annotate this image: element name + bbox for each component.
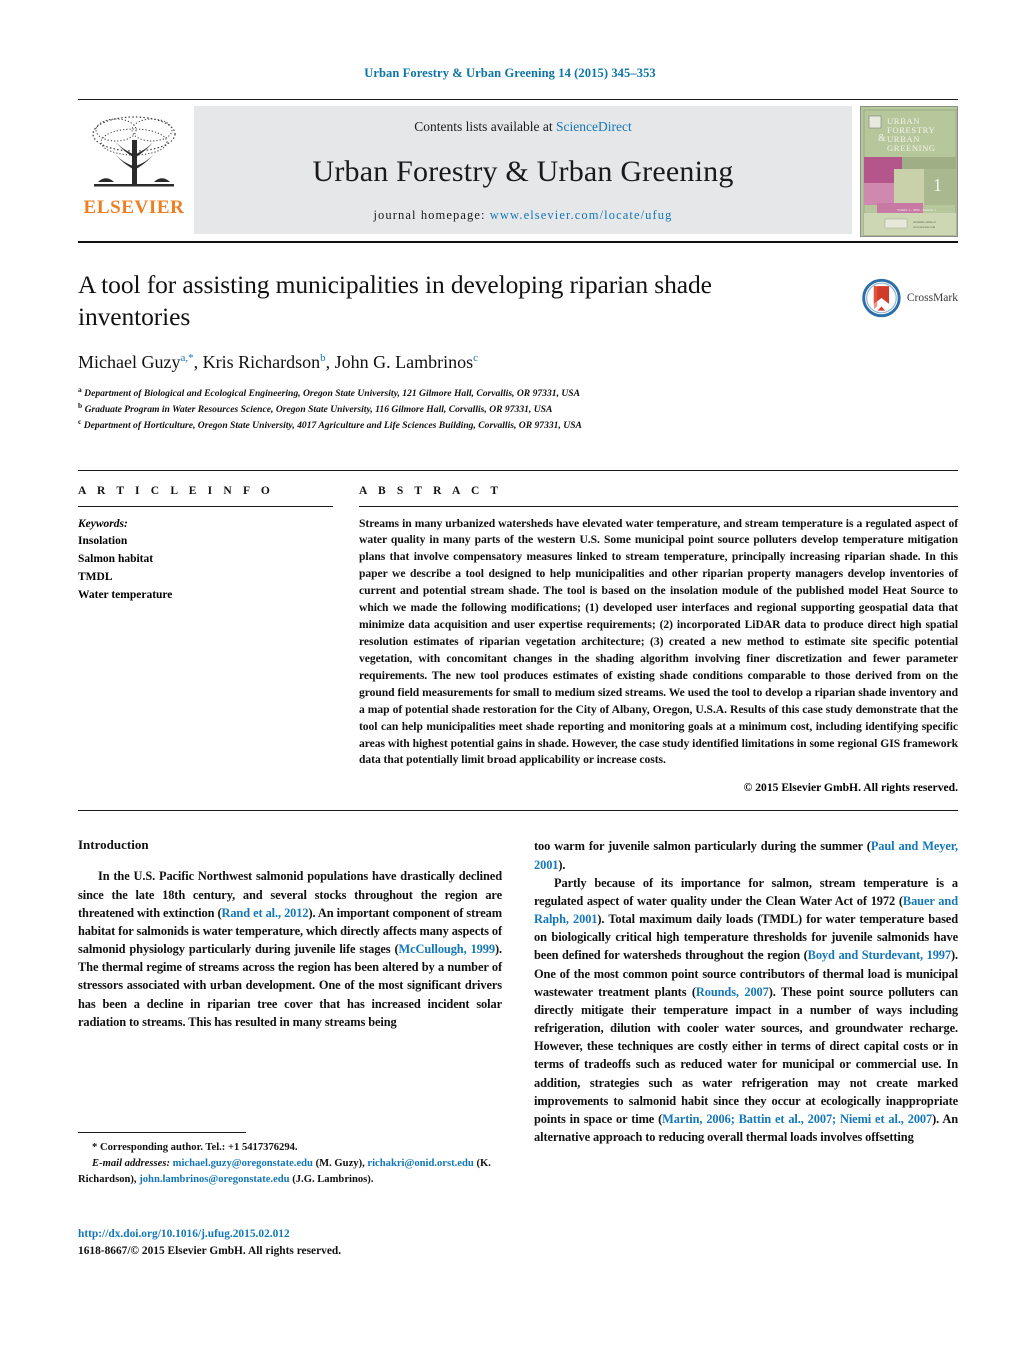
article-info-rule bbox=[78, 505, 333, 507]
sciencedirect-link[interactable]: ScienceDirect bbox=[556, 119, 632, 134]
homepage-label: journal homepage: bbox=[373, 208, 490, 222]
svg-text:1: 1 bbox=[933, 175, 942, 195]
svg-text:&: & bbox=[878, 133, 886, 144]
body-column-right: too warm for juvenile salmon particularl… bbox=[534, 837, 958, 1146]
svg-text:Available online at: Available online at bbox=[913, 220, 936, 224]
svg-text:www.elsevier.com: www.elsevier.com bbox=[913, 225, 936, 229]
email-addresses-note: E-mail addresses: michael.guzy@oregonsta… bbox=[78, 1156, 498, 1188]
email-person-2: (J.G. Lambrinos) bbox=[292, 1173, 371, 1185]
abstract-copyright: © 2015 Elsevier GmbH. All rights reserve… bbox=[743, 781, 958, 795]
page-title: A tool for assisting municipalities in d… bbox=[78, 270, 712, 332]
article-page: Urban Forestry & Urban Greening 14 (2015… bbox=[0, 0, 1020, 1351]
email-link-0[interactable]: michael.guzy@oregonstate.edu bbox=[173, 1158, 313, 1169]
elsevier-logo: ELSEVIER bbox=[78, 106, 190, 236]
corresponding-author-note: * Corresponding author. Tel.: +1 5417376… bbox=[92, 1142, 298, 1153]
abstract-heading: A B S T R A C T bbox=[359, 484, 503, 497]
body-columns: Introduction In the U.S. Pacific Northwe… bbox=[78, 837, 958, 1146]
affiliation-a-mark: a bbox=[78, 385, 82, 395]
masthead-center: Contents lists available at ScienceDirec… bbox=[194, 106, 852, 234]
author-1-name: Kris Richardson bbox=[202, 352, 321, 373]
masthead-bottom-rule bbox=[78, 241, 958, 243]
title-block: A tool for assisting municipalities in d… bbox=[78, 269, 958, 434]
elsevier-tree-icon bbox=[92, 116, 176, 187]
running-head: Urban Forestry & Urban Greening 14 (2015… bbox=[364, 66, 656, 80]
abstract-column: A B S T R A C T Streams in many urbanize… bbox=[359, 484, 958, 795]
article-info-column: A R T I C L E I N F O Keywords: Insolati… bbox=[78, 485, 333, 795]
affiliation-a: a Department of Biological and Ecologica… bbox=[78, 385, 958, 401]
body-column-left: Introduction In the U.S. Pacific Northwe… bbox=[78, 837, 502, 1146]
citation-link[interactable]: McCullough, 1999 bbox=[399, 942, 496, 956]
crossmark-label: CrossMark bbox=[906, 292, 958, 304]
doi-block: http://dx.doi.org/10.1016/j.ufug.2015.02… bbox=[78, 1226, 508, 1259]
article-info-heading: A R T I C L E I N F O bbox=[78, 484, 274, 497]
author-0: Michael Guzya,* bbox=[78, 352, 194, 372]
journal-cover-thumbnail: URBAN FORESTRY & URBAN GREENING 1 Availa… bbox=[860, 106, 958, 237]
email-person-0: (M. Guzy) bbox=[315, 1157, 363, 1169]
keyword-2: TMDL bbox=[78, 570, 113, 583]
author-2-marks[interactable]: c bbox=[473, 352, 478, 364]
email-link-2[interactable]: john.lambrinos@oregonstate.edu bbox=[139, 1174, 289, 1185]
affiliation-b-text: Graduate Program in Water Resources Scie… bbox=[84, 404, 553, 416]
email-sep-2: . bbox=[370, 1173, 374, 1185]
affiliation-a-text: Department of Biological and Ecological … bbox=[84, 388, 581, 400]
introduction-heading: Introduction bbox=[78, 837, 149, 853]
issn-copyright-line: 1618-8667/© 2015 Elsevier GmbH. All righ… bbox=[78, 1244, 342, 1257]
affiliation-c-text: Department of Horticulture, Oregon State… bbox=[83, 420, 582, 432]
affiliation-c: c Department of Horticulture, Oregon Sta… bbox=[78, 417, 958, 433]
abstract-bottom-rule bbox=[78, 810, 958, 812]
crossmark-badge[interactable]: CrossMark bbox=[862, 275, 958, 321]
affiliation-list: a Department of Biological and Ecologica… bbox=[78, 385, 958, 433]
email-link-1[interactable]: richakri@onid.orst.edu bbox=[367, 1158, 473, 1169]
journal-masthead: ELSEVIER Contents lists available at Sci… bbox=[78, 99, 958, 237]
author-2-name: John G. Lambrinos bbox=[334, 352, 474, 373]
email-sep-0: , bbox=[362, 1157, 365, 1169]
affiliation-b: b Graduate Program in Water Resources Sc… bbox=[78, 401, 958, 417]
citation-link[interactable]: Rounds, 2007 bbox=[696, 985, 769, 999]
author-1: Kris Richardsonb bbox=[203, 352, 326, 372]
abstract-text: Streams in many urbanized watersheds hav… bbox=[359, 516, 958, 767]
keywords-label: Keywords: bbox=[78, 517, 128, 530]
intro-paragraph-right: Partly because of its importance for sal… bbox=[534, 875, 959, 1145]
intro-paragraph-right-cont: too warm for juvenile salmon particularl… bbox=[534, 839, 958, 872]
citation-link[interactable]: Martin, 2006; Battin et al., 2007; Niemi… bbox=[662, 1112, 932, 1126]
contents-prefix: Contents lists available at bbox=[414, 119, 556, 134]
journal-cover-image: URBAN FORESTRY & URBAN GREENING 1 Availa… bbox=[861, 107, 957, 236]
journal-homepage-line: journal homepage: www.elsevier.com/locat… bbox=[373, 208, 672, 223]
citation-link[interactable]: Paul and Meyer, 2001 bbox=[534, 839, 958, 871]
contents-available-line: Contents lists available at ScienceDirec… bbox=[414, 119, 631, 135]
info-abstract-section: A R T I C L E I N F O Keywords: Insolati… bbox=[78, 469, 958, 795]
keyword-0: Insolation bbox=[78, 535, 128, 548]
footnote-block: * Corresponding author. Tel.: +1 5417376… bbox=[78, 1132, 498, 1188]
affiliation-c-mark: c bbox=[78, 417, 82, 427]
journal-title: Urban Forestry & Urban Greening bbox=[312, 155, 734, 188]
author-0-marks[interactable]: a,* bbox=[180, 352, 193, 364]
citation-link[interactable]: Bauer and Ralph, 2001 bbox=[534, 894, 958, 926]
keyword-3: Water temperature bbox=[78, 588, 173, 601]
intro-paragraph-left: In the U.S. Pacific Northwest salmonid p… bbox=[78, 869, 502, 1029]
author-sep-1: , bbox=[325, 352, 335, 373]
footnote-rule bbox=[78, 1132, 246, 1133]
svg-text:GREENING: GREENING bbox=[887, 143, 936, 153]
citation-link[interactable]: Boyd and Sturdevant, 1997 bbox=[808, 948, 951, 962]
author-2: John G. Lambrinosc bbox=[335, 352, 478, 372]
author-list: Michael Guzya,*, Kris Richardsonb, John … bbox=[78, 352, 958, 373]
svg-text:Volume 1 - 2002 - Number 1: Volume 1 - 2002 - Number 1 bbox=[897, 208, 936, 212]
doi-link[interactable]: http://dx.doi.org/10.1016/j.ufug.2015.02… bbox=[78, 1226, 508, 1243]
keyword-1: Salmon habitat bbox=[78, 553, 154, 566]
email-sep-1: , bbox=[133, 1173, 137, 1185]
email-addresses-label: E-mail addresses: bbox=[92, 1157, 170, 1169]
citation-link[interactable]: Rand et al., 2012 bbox=[221, 906, 308, 920]
crossmark-icon bbox=[862, 278, 901, 318]
elsevier-wordmark: ELSEVIER bbox=[83, 197, 185, 218]
abstract-rule bbox=[359, 505, 958, 507]
author-0-name: Michael Guzy bbox=[78, 352, 181, 373]
author-sep-0: , bbox=[193, 352, 203, 373]
homepage-url-link[interactable]: www.elsevier.com/locate/ufug bbox=[490, 208, 673, 222]
affiliation-b-mark: b bbox=[78, 401, 83, 411]
